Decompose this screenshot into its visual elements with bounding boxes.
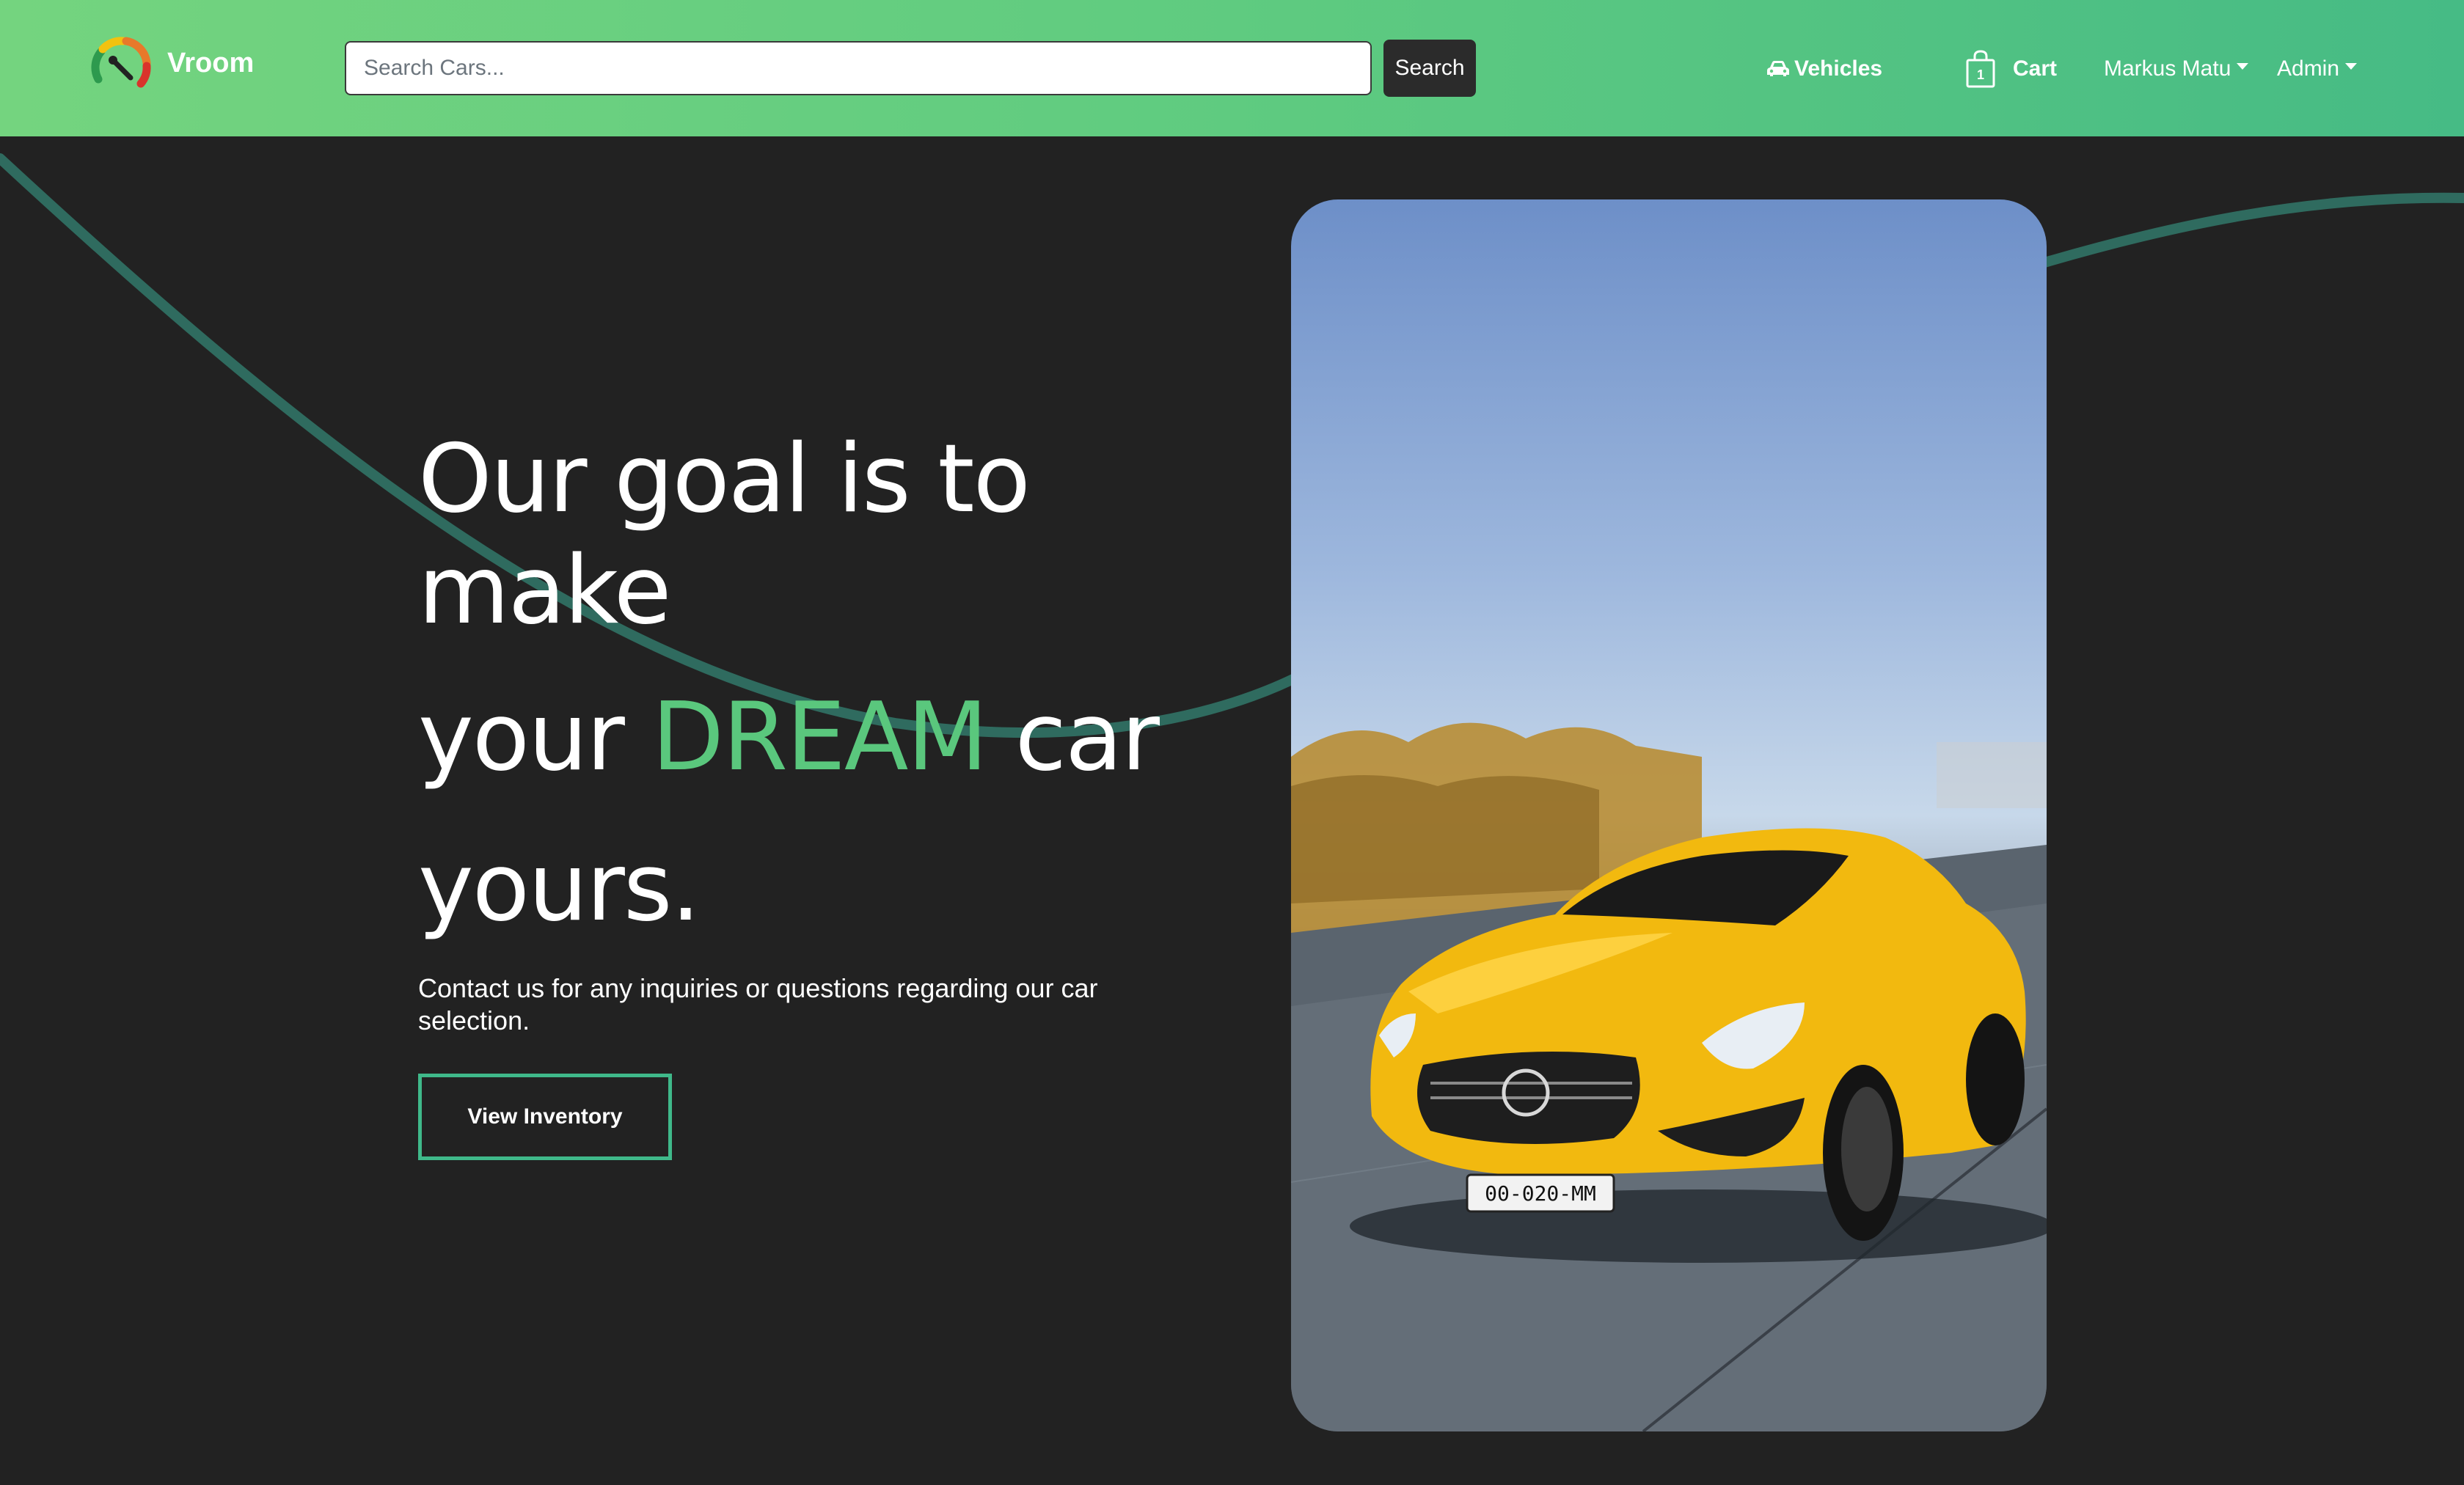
hero-title-car: car (986, 683, 1160, 792)
navbar: Vroom Search Vehicles 1 Cart Markus Matu (0, 0, 2464, 136)
search-input[interactable] (345, 41, 1372, 95)
shopping-bag-icon: 1 (1966, 50, 1995, 88)
hero-title-line-3: your DREAM car (418, 691, 1160, 841)
car-illustration: 00-020-MM (1291, 722, 2047, 1431)
hero-title-your: your (418, 683, 652, 792)
license-plate: 00-020-MM (1485, 1181, 1596, 1206)
hero-title-line-4: yours. (418, 833, 701, 942)
chevron-down-icon (2345, 62, 2358, 70)
hero-car-image: 00-020-MM (1291, 199, 2047, 1431)
hero-title-line-1: Our goal is to (418, 425, 1031, 534)
hero-title-line-2: make (418, 536, 671, 645)
admin-menu-label: Admin (2277, 56, 2340, 81)
user-menu-dropdown[interactable]: Markus Matu (2104, 47, 2249, 91)
cart-count: 1 (1977, 67, 1984, 82)
admin-menu-dropdown[interactable]: Admin (2277, 47, 2358, 91)
nav-vehicles[interactable]: Vehicles (1766, 47, 1882, 91)
speedometer-logo-icon (91, 37, 151, 88)
user-menu-label: Markus Matu (2104, 56, 2231, 81)
hero-title-accent: DREAM (651, 683, 988, 792)
nav-cart-label: Cart (2013, 56, 2058, 81)
search-button[interactable]: Search (1383, 40, 1476, 97)
chevron-down-icon (2237, 62, 2249, 70)
brand-name: Vroom (167, 47, 255, 78)
car-icon (1767, 61, 1789, 76)
view-inventory-button[interactable]: View Inventory (418, 1074, 672, 1160)
hero-subtitle: Contact us for any inquiries or question… (418, 973, 1098, 1035)
decorative-wave (0, 153, 2464, 738)
nav-cart[interactable]: 1 Cart (1964, 47, 2057, 91)
hero-title: Our goal is to make your DREAM car yours… (418, 425, 1160, 951)
nav-vehicles-label: Vehicles (1794, 56, 1883, 81)
page: Vroom Search Vehicles 1 Cart Markus Matu (0, 0, 2464, 1485)
brand[interactable]: Vroom (91, 35, 254, 91)
